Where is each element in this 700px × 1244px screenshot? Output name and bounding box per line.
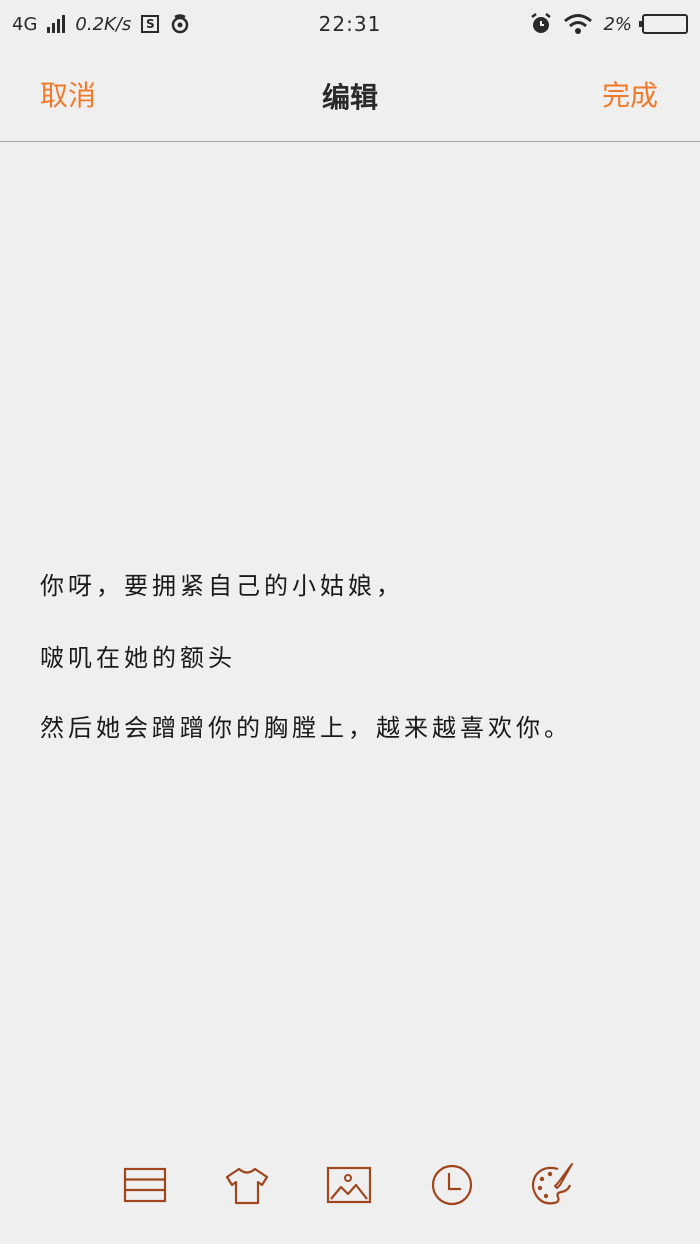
battery-percent: 2% xyxy=(603,13,632,35)
reminder-button[interactable] xyxy=(422,1155,482,1215)
edit-header: 取消 编辑 完成 xyxy=(0,48,700,142)
note-editor[interactable]: 你呀，要拥紧自己的小姑娘， 啵叽在她的额头 然后她会蹭蹭你的胸膛上，越来越喜欢你… xyxy=(0,142,700,1142)
done-button[interactable]: 完成 xyxy=(602,74,658,114)
image-button[interactable] xyxy=(319,1155,379,1215)
page-title: 编辑 xyxy=(321,81,378,114)
list-icon xyxy=(123,1167,167,1203)
s-app-icon: S xyxy=(141,15,160,33)
note-line: 然后她会蹭蹭你的胸膛上，越来越喜欢你。 xyxy=(40,714,572,742)
battery-icon xyxy=(639,14,688,34)
wifi-icon xyxy=(564,14,593,34)
image-icon xyxy=(326,1166,372,1204)
status-right: 2% xyxy=(529,12,688,36)
palette-button[interactable] xyxy=(522,1155,582,1215)
network-type: 4G xyxy=(12,13,38,35)
network-speed: 0.2K/s xyxy=(75,13,132,35)
status-left: 4G 0.2K/s S xyxy=(12,13,191,35)
weibo-icon xyxy=(172,14,189,34)
clock-icon xyxy=(431,1164,473,1206)
alarm-icon xyxy=(531,13,552,33)
theme-button[interactable] xyxy=(217,1155,277,1215)
tshirt-icon xyxy=(225,1167,269,1205)
list-button[interactable] xyxy=(115,1155,175,1215)
status-bar: 4G 0.2K/s S 22:31 2% xyxy=(0,0,700,48)
palette-icon xyxy=(531,1163,573,1205)
note-line: 你呀，要拥紧自己的小姑娘， xyxy=(40,572,404,600)
bottom-toolbar xyxy=(0,1155,700,1219)
signal-icon xyxy=(47,15,66,33)
note-line: 啵叽在她的额头 xyxy=(40,644,236,672)
